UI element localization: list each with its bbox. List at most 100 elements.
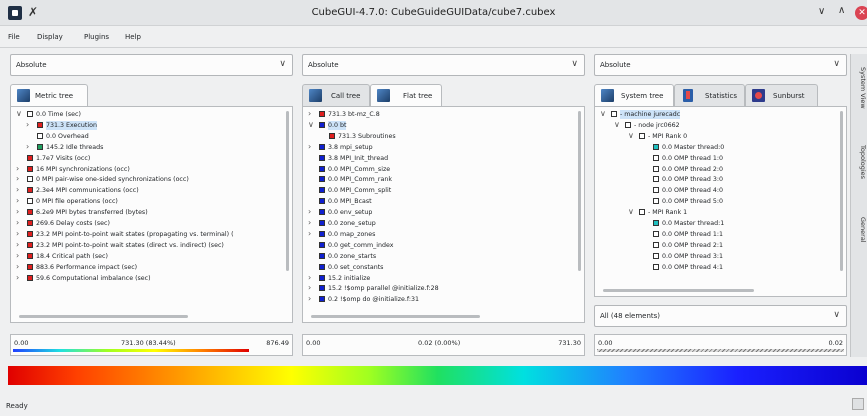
expand-chevron-icon[interactable]: ›	[16, 186, 24, 194]
expand-chevron-icon[interactable]: ›	[26, 142, 34, 151]
maximize-chevron-icon[interactable]: ∧	[838, 5, 845, 16]
call-tree[interactable]: › 731.3 bt-mz_C.8 ∨ 0.0 bt 731.3 Subroutines…	[302, 106, 585, 323]
tree-row[interactable]: › 0 MPI file operations (occ)	[11, 197, 292, 206]
expand-chevron-icon[interactable]: ›	[16, 240, 24, 249]
tree-row[interactable]: 0.0 OMP thread 2:0	[595, 165, 846, 174]
tree-row[interactable]: 731.3 Subroutines	[303, 132, 584, 141]
tree-row[interactable]: 1.7e7 Visits (occ)	[11, 154, 292, 163]
expand-chevron-icon[interactable]: ›	[16, 164, 24, 173]
side-tab-general[interactable]: General	[852, 205, 867, 255]
tree-row[interactable]: › 23.2 MPI point-to-point wait states (pr…	[11, 229, 292, 239]
expand-chevron-icon[interactable]: ›	[16, 175, 24, 183]
expand-chevron-icon[interactable]: ›	[16, 273, 24, 282]
tree-row[interactable]: › 23.2 MPI point-to-point wait states (di…	[11, 240, 292, 250]
expand-chevron-icon[interactable]: ›	[26, 120, 34, 129]
tree-row[interactable]: › 0 MPI pair-wise one-sided synchronizati…	[11, 175, 292, 184]
tree-row[interactable]: ∨ - MPI Rank 1	[595, 208, 846, 217]
tree-row[interactable]: › 883.6 Performance impact (sec)	[11, 262, 292, 272]
expand-chevron-icon[interactable]: ›	[16, 208, 24, 216]
tree-row[interactable]: › 3.8 mpi_setup	[303, 142, 584, 152]
tree-row[interactable]: › 0.0 zone_setup	[303, 219, 584, 228]
tab-flat-tree[interactable]: Flat tree	[370, 84, 442, 107]
tree-row[interactable]: › 269.6 Delay costs (sec)	[11, 219, 292, 228]
tree-row[interactable]: 0.0 MPI_Bcast	[303, 197, 584, 206]
tree-row[interactable]: › 731.3 bt-mz_C.8	[303, 110, 584, 119]
tree-row[interactable]: 0.0 OMP thread 2:1	[595, 241, 846, 250]
tree-row[interactable]: 3.8 MPI_Init_thread	[303, 154, 584, 163]
expand-chevron-icon[interactable]: ›	[308, 219, 316, 227]
expand-chevron-icon[interactable]: ›	[16, 262, 24, 271]
expand-chevron-icon[interactable]: ›	[16, 219, 24, 227]
collapse-chevron-icon[interactable]: ∨	[614, 120, 622, 129]
horizontal-scrollbar[interactable]	[311, 315, 480, 318]
resize-grip-icon[interactable]	[852, 398, 864, 410]
expand-chevron-icon[interactable]: ›	[308, 295, 316, 303]
tree-row[interactable]: › 145.2 Idle threads	[11, 142, 292, 152]
tree-row[interactable]: 0.0 OMP thread 4:0	[595, 186, 846, 195]
side-tab-topologies[interactable]: Topologies	[852, 132, 867, 192]
expand-chevron-icon[interactable]: ›	[308, 284, 316, 292]
side-tab-system-view[interactable]: System View	[852, 58, 867, 118]
vertical-scrollbar[interactable]	[286, 111, 289, 271]
collapse-chevron-icon[interactable]: ∨	[628, 131, 636, 140]
tree-row[interactable]: 0.0 OMP thread 1:1	[595, 230, 846, 239]
tree-row[interactable]: 0.0 Overhead	[11, 132, 292, 141]
tree-row[interactable]: ∨ - MPI Rank 0	[595, 131, 846, 141]
expand-chevron-icon[interactable]: ›	[16, 251, 24, 260]
menu-help[interactable]: Help	[125, 33, 141, 41]
tree-row[interactable]: 0.0 zone_starts	[303, 252, 584, 261]
system-filter-select[interactable]: All (48 elements) ∨	[594, 305, 847, 327]
tree-row[interactable]: 0.0 OMP thread 5:0	[595, 197, 846, 206]
tree-row[interactable]: › 2.3e4 MPI communications (occ)	[11, 186, 292, 195]
tab-statistics[interactable]: Statistics	[674, 84, 745, 106]
tree-row[interactable]: 0.0 get_comm_index	[303, 241, 584, 250]
expand-chevron-icon[interactable]: ›	[308, 208, 316, 216]
tree-row[interactable]: ∨ - node jrc0662	[595, 120, 846, 130]
tab-call-tree[interactable]: Call tree	[302, 84, 370, 106]
tree-row[interactable]: › 0.0 map_zones	[303, 229, 584, 239]
horizontal-scrollbar[interactable]	[603, 289, 754, 292]
tree-row[interactable]: 0.0 OMP thread 3:1	[595, 252, 846, 261]
menu-plugins[interactable]: Plugins	[84, 33, 109, 41]
tree-row[interactable]: › 18.4 Critical path (sec)	[11, 251, 292, 261]
close-window-button[interactable]: ✕	[855, 6, 867, 20]
tree-row[interactable]: 0.0 Master thread:1	[595, 219, 846, 228]
tab-sunburst[interactable]: Sunburst	[745, 84, 818, 106]
collapse-chevron-icon[interactable]: ∨	[628, 208, 636, 216]
expand-chevron-icon[interactable]: ›	[308, 142, 316, 151]
tree-row[interactable]: 0.0 OMP thread 3:0	[595, 175, 846, 184]
collapse-chevron-icon[interactable]: ∨	[16, 110, 24, 118]
vertical-scrollbar[interactable]	[578, 111, 581, 271]
tree-row[interactable]: 0.0 MPI_Comm_split	[303, 186, 584, 195]
tree-row[interactable]: ∨ - machine jurecadc	[595, 110, 846, 119]
tree-row[interactable]: 0.0 MPI_Comm_rank	[303, 175, 584, 184]
minimize-chevron-icon[interactable]: ∨	[818, 6, 825, 17]
call-value-mode-select[interactable]: Absolute ∨	[302, 54, 585, 76]
collapse-chevron-icon[interactable]: ∨	[600, 110, 608, 118]
menu-file[interactable]: File	[8, 33, 20, 41]
collapse-chevron-icon[interactable]: ∨	[308, 120, 316, 129]
tree-row[interactable]: ∨ 0.0 bt	[303, 120, 584, 130]
tree-row[interactable]: 0.0 OMP thread 1:0	[595, 154, 846, 163]
expand-chevron-icon[interactable]: ›	[16, 229, 24, 238]
tree-row[interactable]: ∨ 0.0 Time (sec)	[11, 110, 292, 119]
tree-row[interactable]: › 731.3 Execution	[11, 120, 292, 130]
menu-display[interactable]: Display	[37, 33, 63, 41]
tree-row[interactable]: 0.0 Master thread:0	[595, 143, 846, 152]
expand-chevron-icon[interactable]: ›	[308, 110, 316, 118]
vertical-scrollbar[interactable]	[840, 111, 843, 271]
expand-chevron-icon[interactable]: ›	[16, 197, 24, 205]
tab-metric-tree[interactable]: Metric tree	[10, 84, 88, 107]
system-tree[interactable]: ∨ - machine jurecadc ∨ - node jrc0662 ∨ - MPI…	[594, 106, 847, 297]
tree-row[interactable]: › 15.2 !$omp parallel @initialize.f:28	[303, 284, 584, 293]
tree-row[interactable]: 0.0 MPI_Comm_size	[303, 165, 584, 174]
expand-chevron-icon[interactable]: ›	[308, 273, 316, 282]
metric-value-mode-select[interactable]: Absolute ∨	[10, 54, 293, 76]
tree-row[interactable]: › 0.2 !$omp do @initialize.f:31	[303, 295, 584, 304]
tree-row[interactable]: 0.0 OMP thread 4:1	[595, 263, 846, 272]
tree-row[interactable]: › 0.0 env_setup	[303, 208, 584, 217]
metric-tree[interactable]: ∨ 0.0 Time (sec) › 731.3 Execution 0.0 Overh…	[10, 106, 293, 323]
tree-row[interactable]: › 15.2 initialize	[303, 273, 584, 283]
tree-row[interactable]: › 6.2e9 MPI bytes transferred (bytes)	[11, 208, 292, 217]
tree-row[interactable]: 0.0 set_constants	[303, 263, 584, 272]
